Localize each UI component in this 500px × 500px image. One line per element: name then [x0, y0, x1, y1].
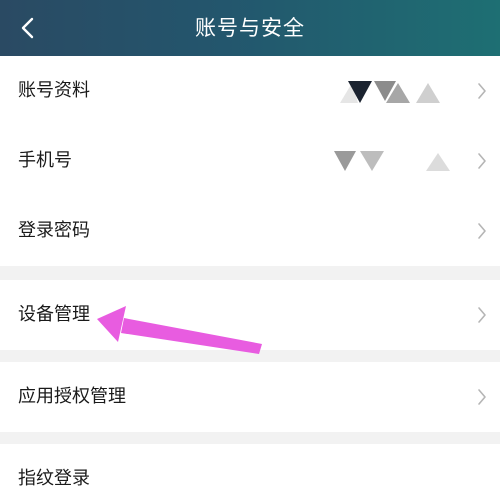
row-login-password[interactable]: 登录密码	[0, 196, 500, 266]
masked-phone-icon	[334, 151, 450, 171]
device-group: 设备管理	[0, 280, 500, 350]
chevron-right-icon	[478, 83, 486, 99]
row-label: 设备管理	[18, 304, 90, 325]
chevron-right-icon	[478, 307, 486, 323]
chevron-right-icon	[478, 153, 486, 169]
row-label: 登录密码	[18, 220, 90, 241]
page-title: 账号与安全	[195, 16, 305, 40]
chevron-right-icon	[478, 223, 486, 239]
fingerprint-group: 指纹登录	[0, 444, 500, 500]
row-phone-number[interactable]: 手机号	[0, 126, 500, 196]
row-label: 应用授权管理	[18, 386, 126, 407]
account-security-screen: 账号与安全 账号资料 手机号 登录密码 设备管理 应用授权管理 指纹登录	[0, 0, 500, 500]
row-device-management[interactable]: 设备管理	[0, 280, 500, 350]
header-bar: 账号与安全	[0, 0, 500, 56]
row-label: 指纹登录	[18, 468, 90, 489]
masked-avatar-icon	[340, 81, 440, 103]
chevron-right-icon	[478, 389, 486, 405]
row-label: 账号资料	[18, 80, 90, 101]
account-group: 账号资料 手机号 登录密码	[0, 56, 500, 266]
row-account-profile[interactable]: 账号资料	[0, 56, 500, 126]
row-fingerprint-login[interactable]: 指纹登录	[0, 444, 500, 500]
row-app-authorization[interactable]: 应用授权管理	[0, 362, 500, 432]
authorization-group: 应用授权管理	[0, 362, 500, 432]
row-label: 手机号	[18, 150, 72, 171]
